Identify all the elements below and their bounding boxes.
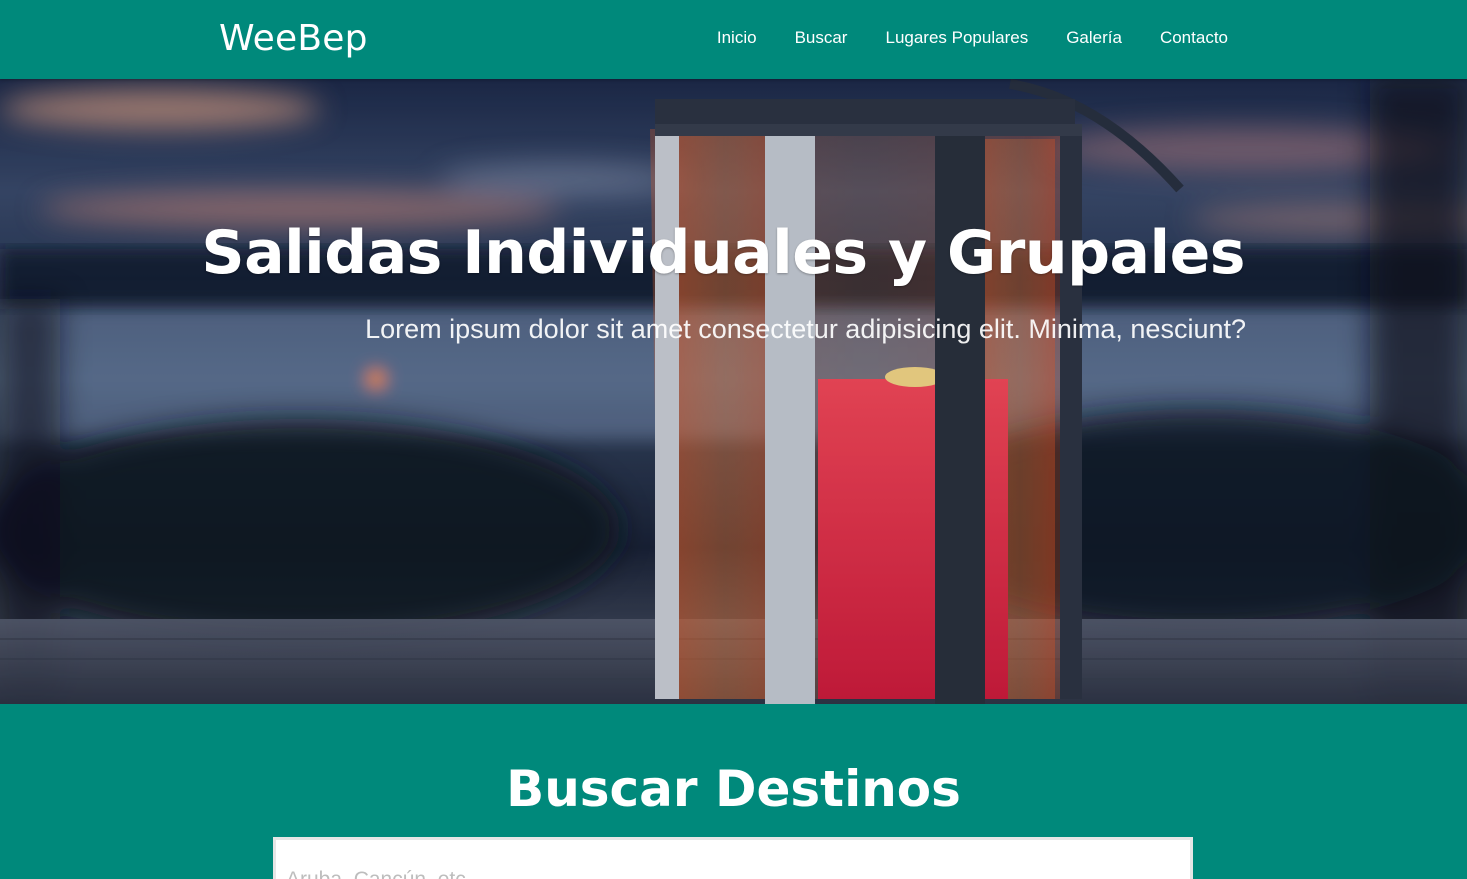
site-header: WeeBep Inicio Buscar Lugares Populares G… <box>0 0 1467 79</box>
nav-link-galeria[interactable]: Galería <box>1066 28 1122 48</box>
search-section-title: Buscar Destinos <box>506 760 961 818</box>
nav-link-lugares-populares[interactable]: Lugares Populares <box>885 28 1028 48</box>
hero-background-image <box>0 79 1467 704</box>
destination-search-input[interactable] <box>273 837 1193 879</box>
hero-title: Salidas Individuales y Grupales <box>201 218 1245 288</box>
nav-link-buscar[interactable]: Buscar <box>795 28 848 48</box>
search-section: Buscar Destinos <box>0 704 1467 879</box>
main-nav: Inicio Buscar Lugares Populares Galería … <box>717 28 1228 48</box>
hero-banner: Salidas Individuales y Grupales Lorem ip… <box>0 79 1467 704</box>
site-logo[interactable]: WeeBep <box>219 18 368 59</box>
nav-link-contacto[interactable]: Contacto <box>1160 28 1228 48</box>
nav-link-inicio[interactable]: Inicio <box>717 28 757 48</box>
hero-subtitle: Lorem ipsum dolor sit amet consectetur a… <box>365 314 1246 344</box>
